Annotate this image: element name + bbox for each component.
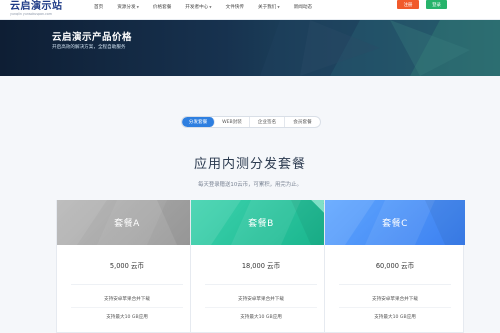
plan-name: 套餐A	[114, 219, 140, 229]
main-nav: 首页 资源分发 ▼ 价格套餐 开发者中心 ▼ 文件快传 关于我们 ▼ 新闻动态	[94, 0, 326, 14]
nav-item-label: 关于我们	[257, 5, 277, 10]
plan-feature: 支持最大10 GB应用	[240, 315, 282, 320]
chevron-down-icon: ▼	[136, 5, 139, 9]
plan-price: 60,000 云币	[375, 262, 415, 270]
nav-item-pricing[interactable]: 价格套餐	[153, 4, 171, 10]
nav-item-home[interactable]: 首页	[94, 4, 103, 10]
nav-item-label: 首页	[94, 5, 104, 10]
plan-card-a[interactable]: 套餐A 5,000 云币 支持安卓苹果合并下载 支持最大10 GB应用	[56, 200, 197, 333]
plan-feature: 支持安卓苹果合并下载	[238, 297, 284, 302]
plan-feature: 支持最大10 GB应用	[374, 315, 416, 320]
section-subtitle: 每天登录赠送10云币，可累积，用完为止。	[198, 182, 302, 188]
logo-text: 云启演示站	[10, 1, 63, 12]
nav-item-news[interactable]: 新闻动态	[294, 4, 312, 10]
divider	[205, 284, 317, 285]
nav-item-about[interactable]: 关于我们 ▼	[258, 4, 280, 10]
divider	[71, 284, 183, 285]
divider	[339, 307, 451, 308]
site-logo[interactable]: 云启演示站 yunqiin yunsokuspan.com	[10, 1, 80, 19]
banner-subtitle: 开启高效的解决方案，全程自助服务	[52, 45, 126, 50]
banner-polygon-background	[260, 20, 500, 76]
plan-card-c[interactable]: 套餐C 60,000 云币 支持安卓苹果合并下载 支持最大10 GB应用	[324, 200, 465, 333]
nav-item-label: 价格套餐	[152, 5, 172, 10]
plan-feature: 支持安卓苹果合并下载	[104, 297, 150, 302]
nav-item-label: 新闻动态	[293, 5, 313, 10]
tab-distribution-plans[interactable]: 分发套餐	[182, 117, 215, 127]
signup-button[interactable]: 注册	[397, 0, 419, 9]
plan-feature: 支持最大10 GB应用	[106, 315, 148, 320]
chevron-down-icon: ▼	[209, 5, 212, 9]
plan-price: 5,000 云币	[109, 262, 145, 270]
plan-tabs: 分发套餐 WEB封装 企业签名 会员套餐	[181, 116, 321, 128]
plan-feature: 支持安卓苹果合并下载	[372, 297, 418, 302]
plan-name: 套餐C	[382, 219, 408, 229]
tab-membership-plans[interactable]: 会员套餐	[285, 117, 320, 127]
nav-item-label: 文件快传	[225, 5, 244, 10]
tab-web-wrapper[interactable]: WEB封装	[215, 117, 250, 127]
hero-banner: 云启演示产品价格 开启高效的解决方案，全程自助服务	[0, 20, 500, 76]
nav-item-developer[interactable]: 开发者中心 ▼	[185, 4, 211, 10]
plan-card-header: 套餐A	[57, 200, 197, 245]
tab-enterprise-signature[interactable]: 企业签名	[250, 117, 285, 127]
chevron-down-icon: ▼	[277, 5, 280, 9]
plan-card-header: 套餐B 推荐	[191, 200, 331, 245]
plan-name: 套餐B	[248, 219, 274, 229]
section-title: 应用内测分发套餐	[193, 157, 306, 172]
plan-price: 18,000 云币	[241, 262, 281, 270]
nav-item-file-transfer[interactable]: 文件快传	[226, 4, 244, 10]
banner-title: 云启演示产品价格	[52, 32, 133, 43]
logo-subtext: yunqiin yunsokuspan.com	[10, 12, 52, 16]
login-button[interactable]: 登录	[426, 0, 447, 9]
plan-card-header: 套餐C	[325, 200, 465, 245]
nav-item-label: 开发者中心	[185, 5, 209, 10]
nav-item-label: 资源分发	[117, 5, 136, 10]
plan-card-b[interactable]: 套餐B 推荐 18,000 云币 支持安卓苹果合并下载 支持最大10 GB应用	[190, 200, 331, 333]
divider	[339, 284, 451, 285]
divider	[71, 307, 183, 308]
top-navigation-bar: 云启演示站 yunqiin yunsokuspan.com 首页 资源分发 ▼ 价…	[0, 0, 500, 20]
divider	[205, 307, 317, 308]
nav-item-resources[interactable]: 资源分发 ▼	[117, 4, 139, 10]
